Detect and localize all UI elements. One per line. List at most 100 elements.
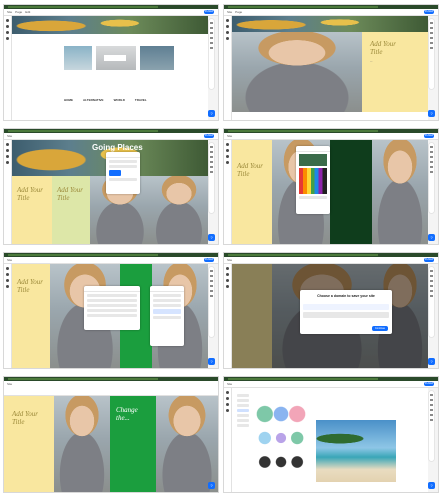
pages-icon[interactable] [6, 25, 9, 28]
right-toolbar [209, 19, 214, 89]
menu-site[interactable]: Site [227, 134, 232, 138]
menu-site[interactable]: Site [7, 10, 12, 14]
editor-top-bar: Site Publish [4, 133, 218, 140]
layout-panel[interactable] [84, 286, 140, 330]
color-preview [299, 154, 327, 166]
shape-grid[interactable] [254, 398, 308, 478]
help-button[interactable]: ? [428, 110, 435, 117]
panel-header [296, 146, 330, 152]
help-button[interactable]: ? [428, 358, 435, 365]
hero-photo [12, 16, 208, 34]
domain-dialog[interactable]: Choose a domain to save your site Contin… [300, 290, 392, 334]
left-toolbar [4, 264, 12, 368]
gallery-photo [140, 46, 174, 70]
screenshot-tile-4: Site Publish Add Your Title ? [223, 128, 439, 245]
help-button[interactable]: ? [208, 110, 215, 117]
editor-top-bar: Site Page Edit Publish [4, 9, 218, 16]
title-strip: Add Your Title — [362, 32, 428, 112]
title-strip: Add Your Title [12, 264, 50, 368]
help-button[interactable]: ? [208, 358, 215, 365]
menu-edit[interactable]: Edit [25, 10, 30, 14]
screenshot-tile-6: Site Publish Choose a domain to save you… [223, 252, 439, 369]
section-home[interactable]: HOME [64, 98, 73, 102]
settings-panel[interactable] [106, 152, 140, 194]
portrait-photo [156, 396, 218, 492]
panel-header [106, 152, 140, 158]
dark-green-strip [330, 140, 372, 244]
screenshot-tile-7: Site Add Your Title Change the... ? [3, 376, 219, 493]
publish-button[interactable]: Publish [424, 10, 434, 14]
title-strip: Add Your Title [12, 176, 52, 244]
publish-button[interactable]: Publish [424, 258, 434, 262]
panel-header [150, 286, 184, 292]
site-canvas: Going Places Add Your Title Add Your Tit… [12, 140, 208, 244]
portrait-photo [54, 396, 110, 492]
section-world[interactable]: WORLD [114, 98, 125, 102]
publish-button[interactable]: Publish [424, 382, 434, 386]
editor-top-bar: Site [4, 381, 218, 396]
menu-site[interactable]: Site [7, 134, 12, 138]
publish-button[interactable]: Publish [204, 134, 214, 138]
publish-button[interactable]: Publish [424, 134, 434, 138]
page-title[interactable]: Add Your Title [362, 32, 418, 56]
gallery-photo [64, 46, 92, 70]
site-canvas: Add Your Title [12, 264, 208, 368]
publish-button[interactable]: Publish [204, 10, 214, 14]
hero-banner-text[interactable]: Going Places [92, 143, 143, 152]
left-toolbar [224, 264, 232, 368]
publish-button[interactable]: Publish [204, 258, 214, 262]
menu-site[interactable]: Site [7, 258, 12, 262]
right-toolbar [429, 19, 434, 89]
right-toolbar [209, 267, 214, 337]
site-canvas [310, 388, 428, 492]
color-picker-panel[interactable] [296, 146, 330, 214]
section-alternative[interactable]: ALTERNATIVE [83, 98, 104, 102]
panel-header [84, 286, 140, 292]
left-toolbar [4, 16, 12, 120]
add-elements-panel[interactable] [232, 388, 311, 492]
left-toolbar [224, 388, 232, 492]
site-canvas: Add Your Title [232, 140, 428, 244]
portrait-photo [150, 176, 208, 244]
menu-page[interactable]: Page [235, 10, 242, 14]
screenshot-tile-8: Site Publish ? [223, 376, 439, 493]
menu-site[interactable]: Site [227, 382, 232, 386]
help-button[interactable]: ? [208, 234, 215, 241]
page-title[interactable]: Add Your Title [232, 140, 272, 200]
page-title[interactable]: Add Your Title [12, 176, 52, 212]
domain-option[interactable] [303, 312, 389, 318]
page-title[interactable]: Add Your Title [12, 264, 50, 308]
site-canvas: Add Your Title — [232, 16, 428, 120]
domain-option[interactable] [303, 304, 389, 310]
right-toolbar [209, 143, 214, 213]
design-panel[interactable] [150, 286, 184, 346]
menu-site[interactable]: Site [7, 382, 12, 386]
menu-site[interactable]: Site [227, 10, 232, 14]
editor-top-bar: Site Publish [224, 381, 438, 388]
menu-page[interactable]: Page [15, 10, 22, 14]
help-button[interactable]: ? [428, 234, 435, 241]
left-toolbar [224, 16, 232, 120]
continue-button[interactable]: Continue [371, 326, 388, 331]
help-button[interactable]: ? [208, 482, 215, 489]
editor-top-bar: Site Publish [224, 257, 438, 264]
page-title-copy[interactable]: Add Your Title [52, 176, 90, 212]
right-toolbar [429, 143, 434, 213]
screenshot-tile-3: Site Publish Going Places Add Your Title… [3, 128, 219, 245]
site-canvas: Choose a domain to save your site Contin… [232, 264, 428, 368]
help-button[interactable]: ? [428, 482, 435, 489]
menu-site[interactable]: Site [227, 258, 232, 262]
media-icon[interactable] [6, 37, 9, 40]
site-canvas: Add Your Title Change the... [4, 396, 218, 492]
page-title[interactable]: Add Your Title [4, 396, 50, 440]
add-icon[interactable] [6, 19, 9, 22]
design-icon[interactable] [6, 31, 9, 34]
portrait-photo [372, 140, 428, 244]
category-list[interactable] [234, 392, 252, 429]
gallery-photo [96, 46, 136, 70]
green-strip-title[interactable]: Change the... [110, 396, 156, 432]
hero-photo [232, 16, 428, 32]
section-labels: HOME ALTERNATIVE WORLD TRAVEL [64, 98, 147, 102]
section-travel[interactable]: TRAVEL [135, 98, 147, 102]
color-swatches[interactable] [299, 168, 327, 194]
